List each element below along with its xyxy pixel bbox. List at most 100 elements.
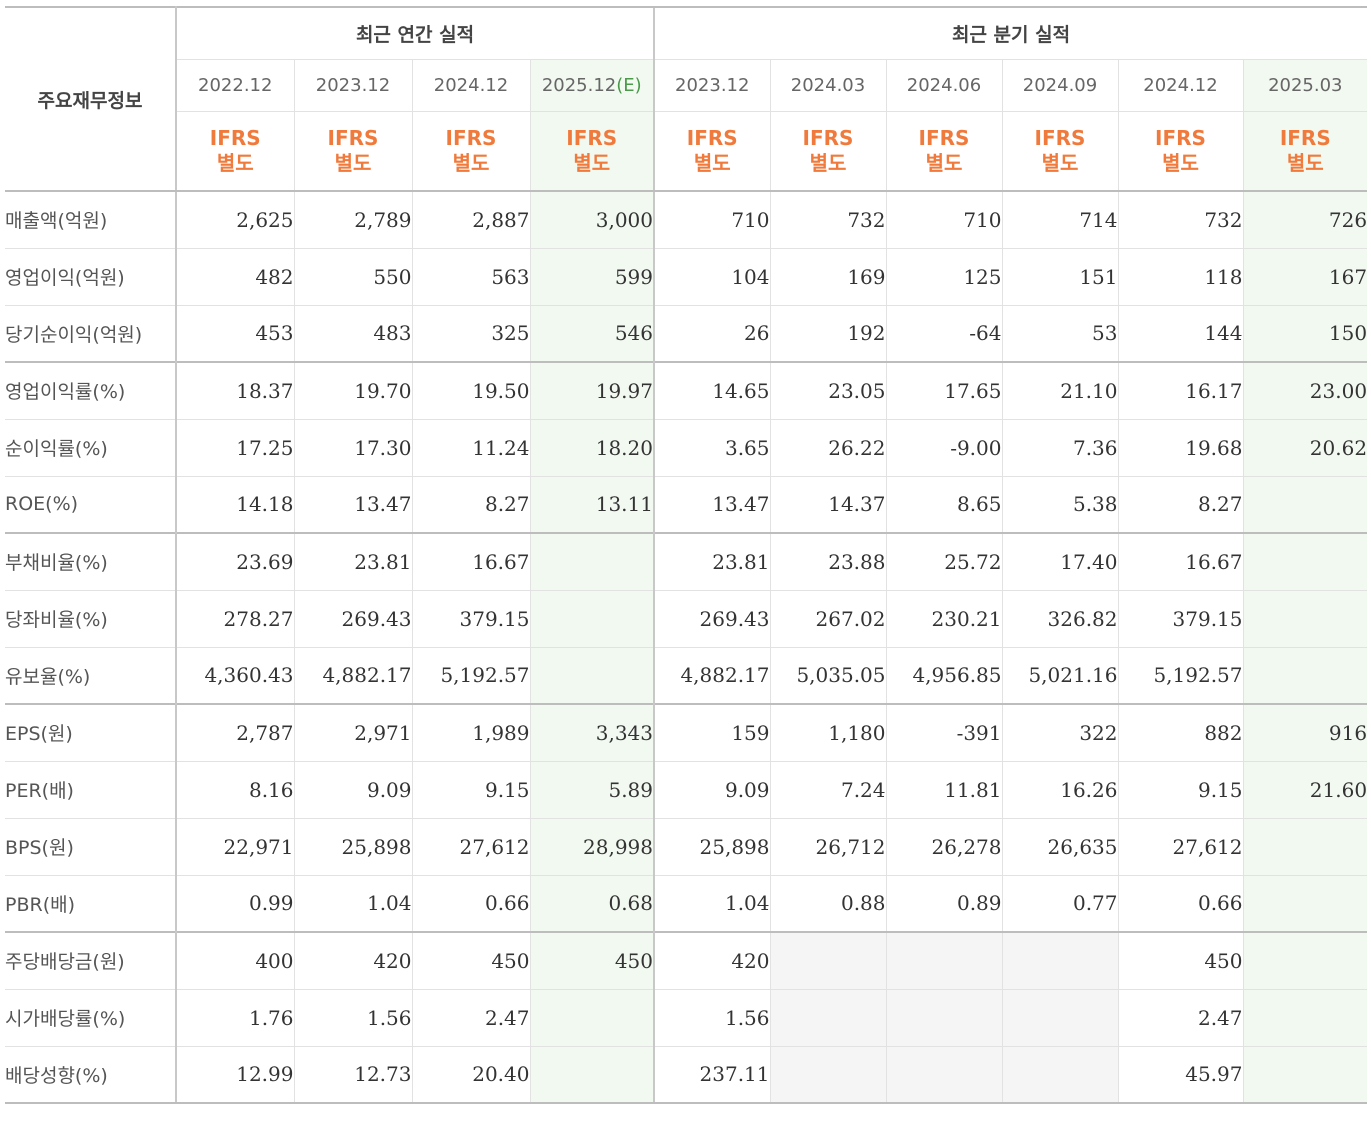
table-row: 당좌비율(%) 278.27 269.43 379.15 269.43 267.02 230… [5, 590, 1368, 648]
period-header: 2023.12 [653, 59, 770, 112]
value-cell: 3,000 [529, 191, 654, 249]
value-cell: 710 [653, 191, 770, 249]
table-row: 영업이익(억원) 482 550 563 599 104 169 125 151 118 167 [5, 248, 1368, 306]
period-header: 2024.03 [769, 59, 886, 112]
value-cell [1242, 476, 1368, 534]
value-cell: 14.37 [769, 476, 886, 534]
value-cell: 14.65 [653, 361, 770, 420]
value-cell: 23.88 [769, 532, 886, 591]
value-cell: 20.62 [1242, 419, 1368, 477]
value-cell: 169 [769, 248, 886, 306]
value-cell: 1,989 [411, 703, 530, 762]
table-row: 주당배당금(원) 400 420 450 450 420 450 [5, 931, 1368, 990]
value-cell: 26,278 [885, 818, 1002, 876]
value-cell: 167 [1242, 248, 1368, 306]
table-row: 당기순이익(억원) 453 483 325 546 26 192 -64 53 144 150 [5, 305, 1368, 363]
value-cell [1001, 931, 1118, 990]
table-row: 순이익률(%) 17.25 17.30 11.24 18.20 3.65 26.22 -9.0… [5, 419, 1368, 477]
value-cell: 45.97 [1117, 1046, 1243, 1104]
value-cell: 450 [529, 931, 654, 990]
value-cell: 144 [1117, 305, 1243, 363]
row-label: 시가배당률(%) [5, 989, 177, 1047]
value-cell: 21.10 [1001, 361, 1118, 420]
value-cell [885, 1046, 1002, 1104]
table-row: BPS(원) 22,971 25,898 27,612 28,998 25,898 26,7… [5, 818, 1368, 876]
table-row: 부채비율(%) 23.69 23.81 16.67 23.81 23.88 25.72 17.… [5, 532, 1368, 591]
financial-summary-table: 주요재무정보 최근 연간 실적 최근 분기 실적 2022.12 2023.12 2… [5, 6, 1368, 1104]
table-row: 매출액(억원) 2,625 2,789 2,887 3,000 710 732 710 714 7… [5, 191, 1368, 249]
value-cell [1001, 1046, 1118, 1104]
row-label: 영업이익률(%) [5, 361, 177, 420]
value-cell: 450 [411, 931, 530, 990]
value-cell: 8.65 [885, 476, 1002, 534]
period-date: 2022.12 [198, 75, 273, 96]
value-cell: 25,898 [653, 818, 770, 876]
value-cell: 11.81 [885, 761, 1002, 819]
value-cell: 599 [529, 248, 654, 306]
ifrs-standalone-label: IFRS 별도 [1001, 111, 1118, 192]
row-label: 영업이익(억원) [5, 248, 177, 306]
value-cell: 269.43 [293, 590, 412, 648]
value-cell [529, 647, 654, 705]
value-cell: 23.00 [1242, 361, 1368, 420]
value-cell: 483 [293, 305, 412, 363]
value-cell: 125 [885, 248, 1002, 306]
value-cell: 0.89 [885, 875, 1002, 933]
accounting-standard-row: IFRS 별도 IFRS 별도 IFRS 별도 IFRS 별도 IFRS 별도 IFRS 별도 IFRS… [5, 111, 1368, 192]
period-date: 2023.12 [675, 75, 750, 96]
corner-label: 주요재무정보 [5, 6, 177, 192]
value-cell: 1.04 [653, 875, 770, 933]
period-date: 2024.09 [1022, 75, 1098, 96]
value-cell: 20.40 [411, 1046, 530, 1104]
value-cell: 2.47 [1117, 989, 1243, 1047]
table-row: ROE(%) 14.18 13.47 8.27 13.11 13.47 14.37 8.65 5… [5, 476, 1368, 534]
period-date: 2025.12 [541, 75, 617, 96]
value-cell: 26 [653, 305, 770, 363]
value-cell: 19.70 [293, 361, 412, 420]
row-label: PBR(배) [5, 875, 177, 933]
value-cell: 11.24 [411, 419, 530, 477]
value-cell: 25,898 [293, 818, 412, 876]
value-cell: 550 [293, 248, 412, 306]
value-cell [769, 931, 886, 990]
value-cell: 5.38 [1001, 476, 1118, 534]
value-cell: 9.15 [411, 761, 530, 819]
value-cell: 26.22 [769, 419, 886, 477]
value-cell: 4,956.85 [885, 647, 1002, 705]
value-cell: 710 [885, 191, 1002, 249]
value-cell: 23.81 [293, 532, 412, 591]
value-cell: 379.15 [1117, 590, 1243, 648]
value-cell: 17.40 [1001, 532, 1118, 591]
value-cell: 19.97 [529, 361, 654, 420]
value-cell: 118 [1117, 248, 1243, 306]
ifrs-standalone-label: IFRS 별도 [175, 111, 294, 192]
value-cell: 26,635 [1001, 818, 1118, 876]
period-date: 2024.12 [433, 75, 509, 96]
value-cell [1242, 989, 1368, 1047]
value-cell: 8.27 [1117, 476, 1243, 534]
value-cell: 150 [1242, 305, 1368, 363]
value-cell: 3.65 [653, 419, 770, 477]
value-cell: -9.00 [885, 419, 1002, 477]
value-cell: 732 [1117, 191, 1243, 249]
value-cell: 0.66 [411, 875, 530, 933]
value-cell: 5.89 [529, 761, 654, 819]
value-cell: 16.17 [1117, 361, 1243, 420]
value-cell: 916 [1242, 703, 1368, 762]
value-cell: 19.68 [1117, 419, 1243, 477]
value-cell: 267.02 [769, 590, 886, 648]
value-cell [769, 1046, 886, 1104]
ifrs-standalone-label: IFRS 별도 [1242, 111, 1368, 192]
value-cell: 2,625 [175, 191, 294, 249]
value-cell: 0.99 [175, 875, 294, 933]
value-cell: 17.30 [293, 419, 412, 477]
value-cell: 4,882.17 [293, 647, 412, 705]
value-cell: 12.99 [175, 1046, 294, 1104]
value-cell: 400 [175, 931, 294, 990]
row-label: 배당성향(%) [5, 1046, 177, 1104]
date-header-row: 2022.12 2023.12 2024.12 2025.12(E) 2023.12 20… [5, 59, 1368, 112]
value-cell: 18.20 [529, 419, 654, 477]
value-cell: 714 [1001, 191, 1118, 249]
row-label: EPS(원) [5, 703, 177, 762]
value-cell: 2,887 [411, 191, 530, 249]
